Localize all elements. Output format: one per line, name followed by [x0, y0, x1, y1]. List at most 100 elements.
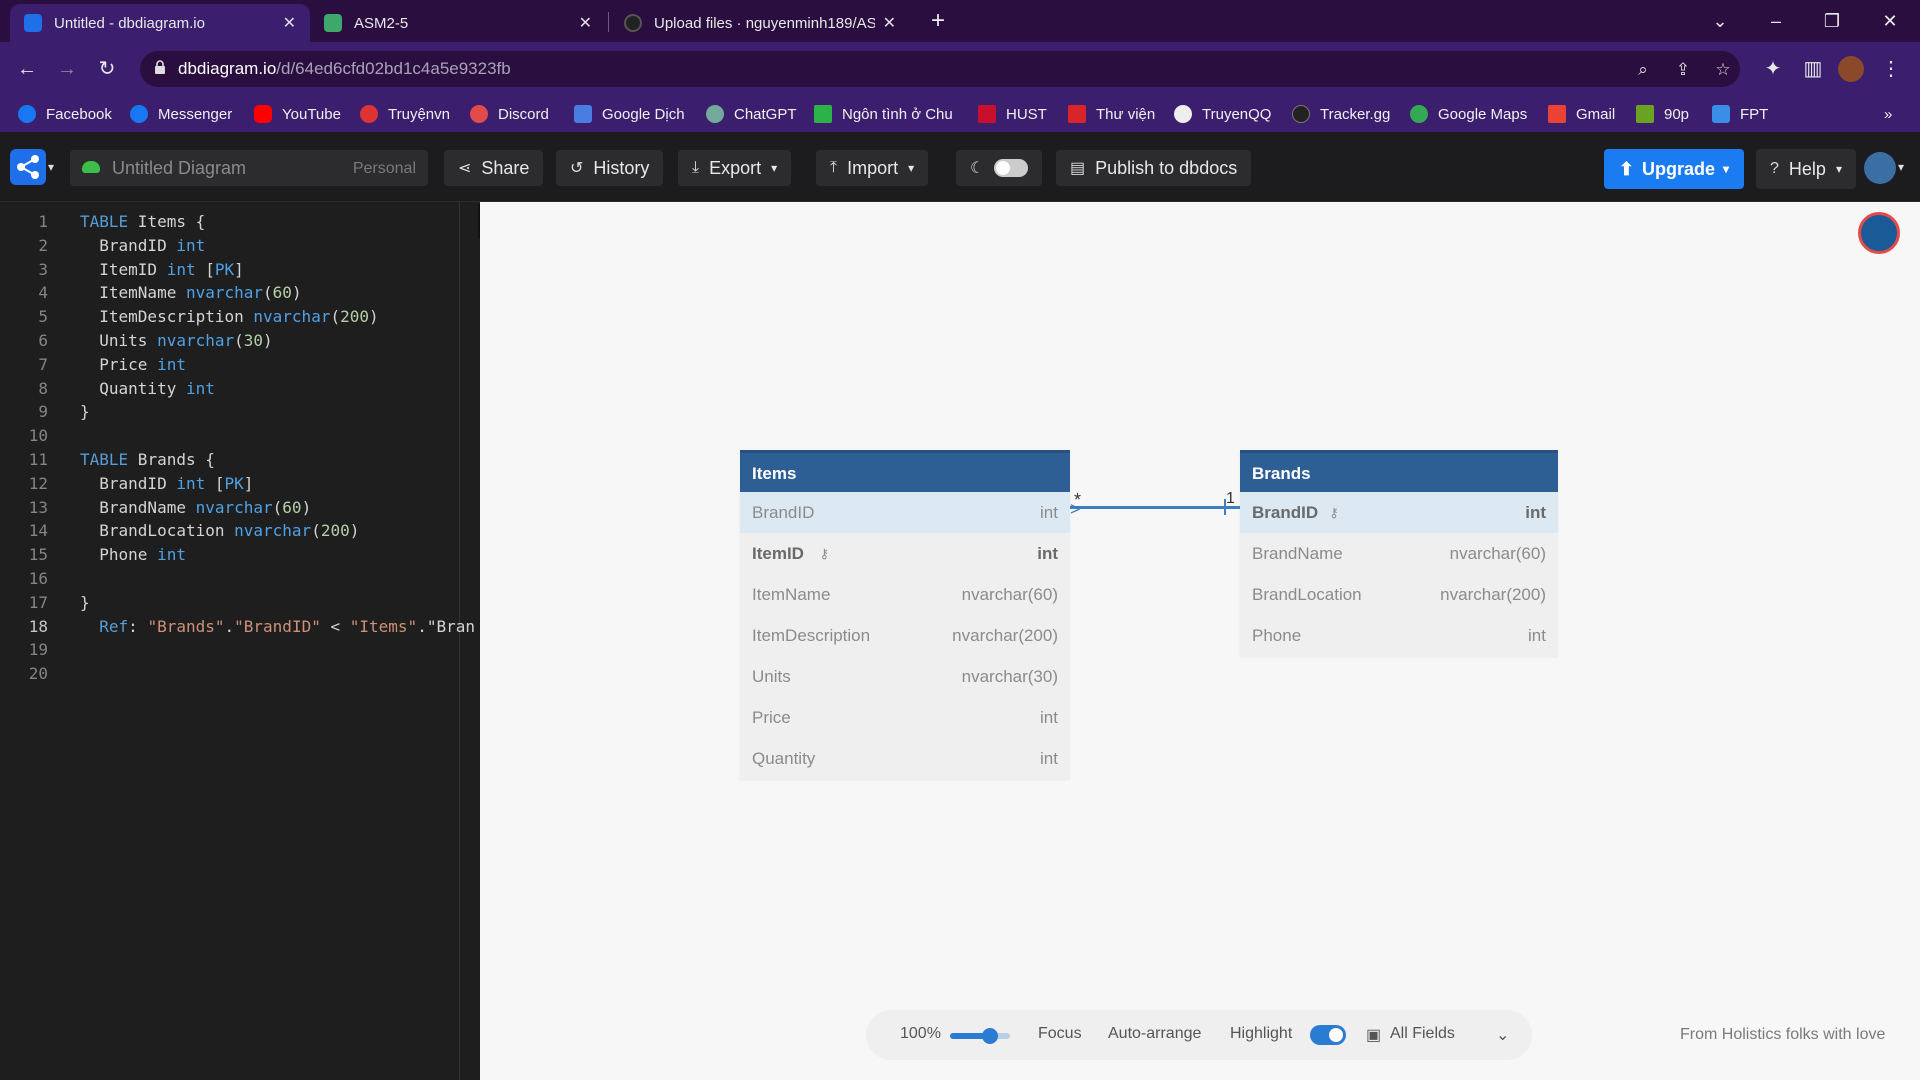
close-icon[interactable]: ✕ [283, 13, 296, 33]
close-icon[interactable]: ✕ [579, 13, 592, 33]
tab-search-icon[interactable]: ⌄ [1700, 6, 1740, 36]
code-text[interactable]: ItemDescription nvarchar(200) [80, 305, 476, 329]
bookmark-facebook[interactable]: Facebook [18, 102, 112, 126]
table-field-row[interactable]: ItemID ⚷ int [740, 533, 1070, 574]
user-avatar[interactable] [1864, 152, 1896, 184]
table-header[interactable]: Brands [1240, 450, 1558, 492]
code-line[interactable]: 16 [0, 567, 478, 591]
publish-button[interactable]: ▤ Publish to dbdocs [1056, 150, 1252, 186]
diagram-canvas[interactable] [480, 202, 1920, 1080]
code-text[interactable]: Units nvarchar(30) [80, 329, 476, 353]
code-line[interactable]: 13 BrandName nvarchar(60) [0, 496, 478, 520]
new-tab-button[interactable]: + [922, 6, 954, 38]
bookmark-messenger[interactable]: Messenger [130, 102, 232, 126]
code-text[interactable]: Quantity int [80, 377, 476, 401]
code-text[interactable]: ItemID int [PK] [80, 258, 476, 282]
tab-asm2-5[interactable]: ASM2-5 ✕ [310, 4, 606, 42]
chevron-down-icon[interactable]: ▾ [1898, 160, 1904, 174]
code-line[interactable]: 15 Phone int [0, 543, 478, 567]
extensions-icon[interactable]: ✦ [1758, 54, 1788, 84]
bookmark-gmail[interactable]: Gmail [1548, 102, 1615, 126]
bookmark-chatgpt[interactable]: ChatGPT [706, 102, 797, 126]
bookmark-tracker-gg[interactable]: Tracker.gg [1292, 102, 1390, 126]
code-line[interactable]: 1 TABLE Items { [0, 210, 478, 234]
back-button[interactable]: ← [12, 54, 42, 84]
bookmark-google-dich[interactable]: Google Dịch [574, 102, 685, 126]
bookmark-youtube[interactable]: YouTube [254, 102, 341, 126]
dbdiagram-logo-icon[interactable] [10, 149, 46, 185]
forward-button[interactable]: → [52, 54, 82, 84]
code-line[interactable]: 3 ItemID int [PK] [0, 258, 478, 282]
code-text[interactable]: } [80, 591, 476, 615]
bookmark-discord[interactable]: Discord [470, 102, 549, 126]
table-field-row[interactable]: Phone int [1240, 615, 1558, 656]
tab-upload-files[interactable]: Upload files · nguyenminh189/AS ✕ [610, 4, 910, 42]
code-line[interactable]: 4 ItemName nvarchar(60) [0, 281, 478, 305]
all-fields-button[interactable]: All Fields [1390, 1025, 1455, 1043]
help-button[interactable]: ? Help ▾ [1756, 149, 1856, 189]
table-brands[interactable]: Brands BrandID ⚷ int BrandName nvarchar(60) B… [1240, 450, 1558, 656]
code-line[interactable]: 19 [0, 638, 478, 662]
code-text[interactable]: TABLE Brands { [80, 448, 476, 472]
zoom-level[interactable]: 100% [900, 1025, 941, 1043]
upgrade-button[interactable]: ⬆ Upgrade ▾ [1604, 149, 1744, 189]
dbml-code-editor[interactable]: 1 TABLE Items {2 BrandID int 3 ItemID int … [0, 202, 478, 1080]
code-text[interactable]: BrandID int [PK] [80, 472, 476, 496]
code-text[interactable]: TABLE Items { [80, 210, 476, 234]
highlight-toggle[interactable] [1310, 1025, 1346, 1045]
star-icon[interactable]: ☆ [1712, 59, 1734, 81]
bookmark-hust[interactable]: HUST [978, 102, 1047, 126]
code-text[interactable]: Phone int [80, 543, 476, 567]
table-field-row[interactable]: BrandID int [740, 492, 1070, 533]
code-line[interactable]: 5 ItemDescription nvarchar(200) [0, 305, 478, 329]
import-button[interactable]: ⤒ Import ▾ [816, 150, 929, 186]
zoom-slider-handle[interactable] [982, 1028, 998, 1044]
address-bar[interactable]: dbdiagram.io/d/64ed6cfd02bd1c4a5e9323fb … [140, 51, 1740, 87]
logo-menu-chevron-icon[interactable]: ▾ [48, 160, 54, 174]
code-line[interactable]: 9} [0, 400, 478, 424]
bookmark-truyenqq[interactable]: TruyenQQ [1174, 102, 1271, 126]
close-icon[interactable]: ✕ [883, 13, 896, 33]
code-text[interactable]: } [80, 400, 476, 424]
auto-arrange-button[interactable]: Auto-arrange [1108, 1025, 1201, 1043]
theme-toggle[interactable]: ☾ [956, 150, 1042, 186]
code-line[interactable]: 12 BrandID int [PK] [0, 472, 478, 496]
table-field-row[interactable]: Price int [740, 697, 1070, 738]
export-button[interactable]: ⤓ Export ▾ [678, 150, 792, 186]
more-bookmarks-button[interactable]: » [1884, 102, 1892, 126]
table-field-row[interactable]: BrandID ⚷ int [1240, 492, 1558, 533]
code-line[interactable]: 17} [0, 591, 478, 615]
tab-dbdiagram[interactable]: Untitled - dbdiagram.io ✕ [10, 4, 310, 42]
search-icon[interactable]: ⌕ [1632, 59, 1654, 81]
code-line[interactable]: 7 Price int [0, 353, 478, 377]
collaborator-avatar[interactable] [1858, 212, 1900, 254]
history-button[interactable]: ↺ History [556, 150, 664, 186]
table-field-row[interactable]: BrandName nvarchar(60) [1240, 533, 1558, 574]
share-page-icon[interactable]: ⇪ [1672, 59, 1694, 81]
table-field-row[interactable]: Quantity int [740, 738, 1070, 779]
table-field-row[interactable]: ItemDescription nvarchar(200) [740, 615, 1070, 656]
menu-icon[interactable]: ⋮ [1876, 54, 1906, 84]
relationship-line[interactable] [1070, 506, 1240, 509]
minimize-button[interactable]: – [1756, 6, 1796, 36]
bookmark-90p[interactable]: 90p [1636, 102, 1689, 126]
focus-button[interactable]: Focus [1038, 1025, 1082, 1043]
table-field-row[interactable]: Units nvarchar(30) [740, 656, 1070, 697]
table-field-row[interactable]: BrandLocation nvarchar(200) [1240, 574, 1558, 615]
diagram-name-field[interactable]: Untitled Diagram Personal [70, 150, 428, 186]
code-line[interactable]: 14 BrandLocation nvarchar(200) [0, 519, 478, 543]
code-text[interactable]: ItemName nvarchar(60) [80, 281, 476, 305]
table-field-row[interactable]: ItemName nvarchar(60) [740, 574, 1070, 615]
code-text[interactable]: BrandLocation nvarchar(200) [80, 519, 476, 543]
side-panel-icon[interactable]: ▥ [1798, 54, 1828, 84]
code-line[interactable]: 20 [0, 662, 478, 686]
bookmark-fpt[interactable]: FPT [1712, 102, 1768, 126]
profile-avatar[interactable] [1838, 56, 1864, 82]
restore-button[interactable]: ❐ [1812, 6, 1852, 36]
table-items[interactable]: Items BrandID int ItemID ⚷ int ItemName nvarch… [740, 450, 1070, 779]
code-text[interactable]: BrandName nvarchar(60) [80, 496, 476, 520]
close-window-button[interactable]: ✕ [1870, 6, 1910, 36]
bookmark-thu-vien[interactable]: Thư viện [1068, 102, 1155, 126]
code-line[interactable]: 8 Quantity int [0, 377, 478, 401]
reload-button[interactable]: ↻ [92, 54, 122, 84]
